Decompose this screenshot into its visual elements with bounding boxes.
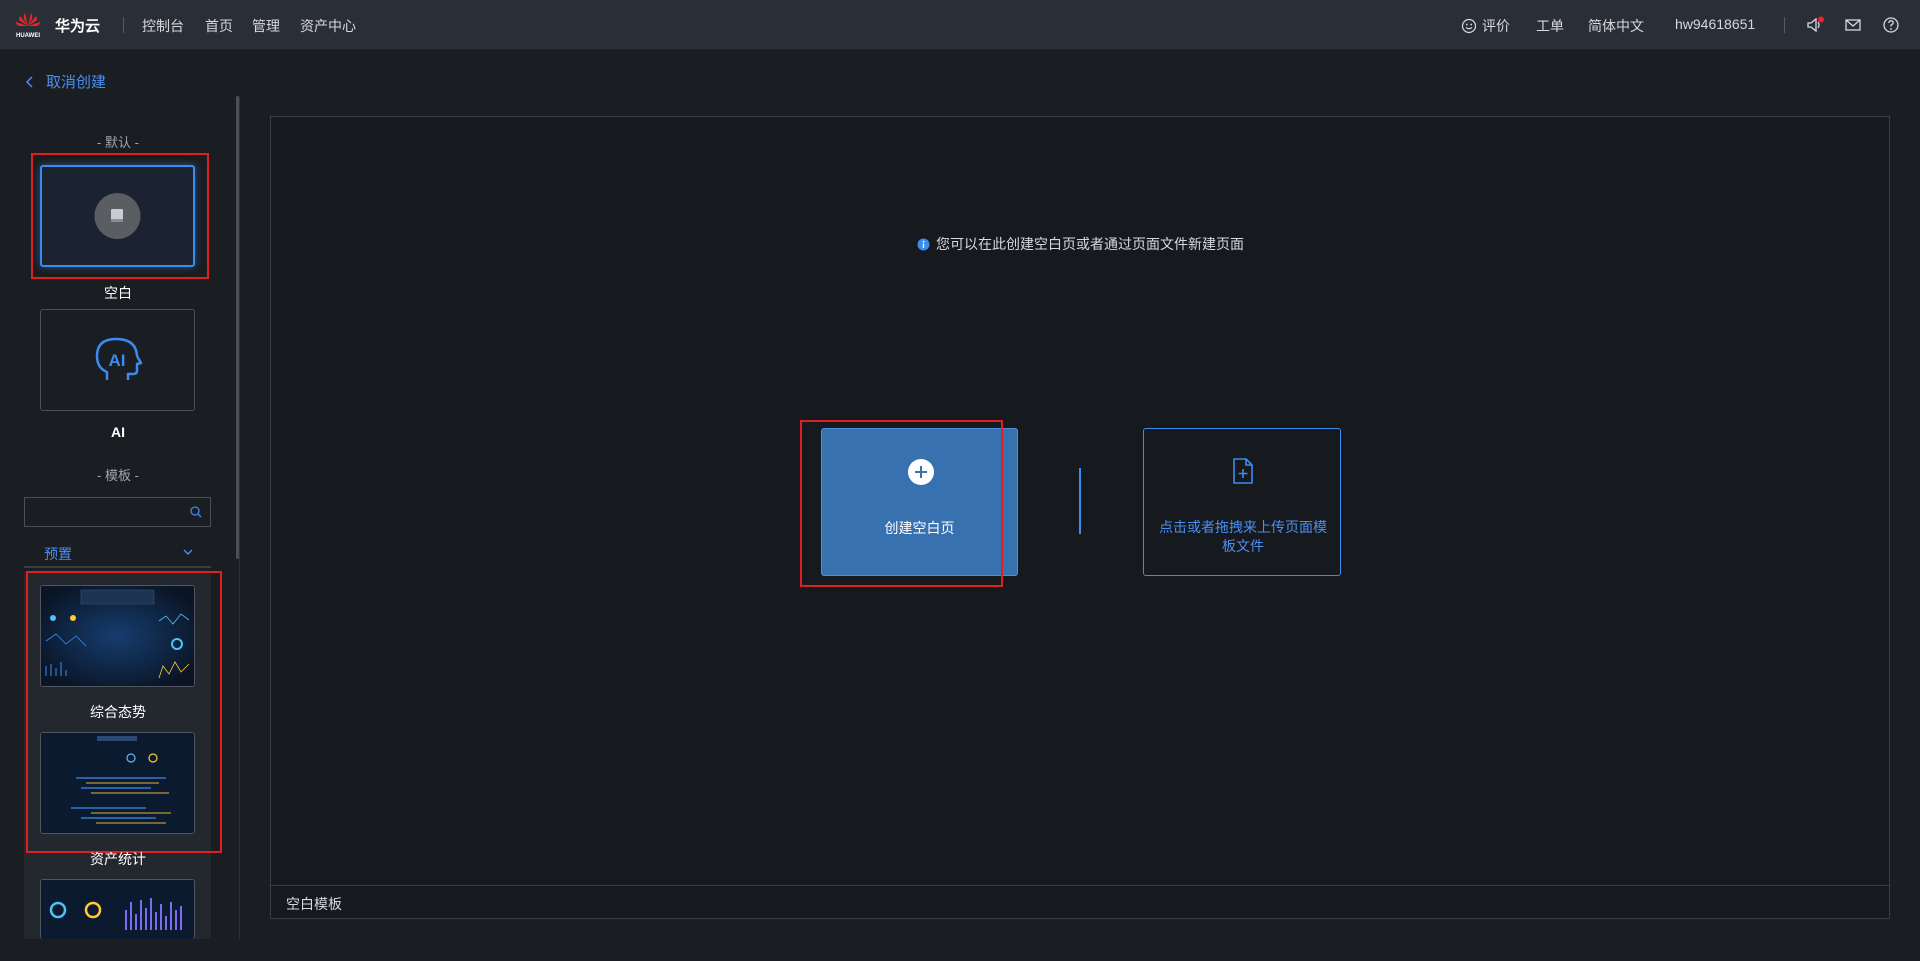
ai-head-icon: AI (95, 337, 143, 380)
plus-circle-icon (908, 459, 934, 485)
create-blank-page-label: 创建空白页 (884, 520, 955, 536)
username-menu[interactable]: hw94618651 (1675, 16, 1755, 32)
main-canvas-panel: 您可以在此创建空白页或者通过页面文件新建页面 创建空白页 点击或者拖拽来上传页面… (270, 116, 1890, 919)
notification-icon[interactable] (1806, 16, 1824, 34)
ai-icon-text: AI (109, 351, 126, 370)
nav-manage[interactable]: 管理 (252, 16, 280, 36)
create-blank-page-button[interactable]: 创建空白页 (821, 428, 1018, 576)
ai-template-card[interactable]: AI (40, 309, 195, 411)
template-name-asset-stats: 资产统计 (90, 851, 146, 867)
template-card-overview[interactable] (40, 585, 195, 687)
category-selected-value: 预置 (44, 546, 72, 562)
nav-console[interactable]: 控制台 (142, 16, 184, 36)
asset-stats-thumbnail (41, 733, 194, 833)
template-card-asset-stats[interactable] (40, 732, 195, 834)
info-icon (917, 238, 930, 250)
header-divider (1784, 17, 1785, 33)
language-selector[interactable]: 简体中文 (1588, 16, 1644, 36)
help-icon[interactable] (1882, 16, 1900, 34)
blank-template-name: 空白 (104, 285, 132, 301)
template-section-label: - 模板 - (97, 468, 139, 483)
nav-asset-center[interactable]: 资产中心 (300, 16, 356, 36)
top-nav-bar: HUAWEI 华为云 控制台 首页 管理 资产中心 评价 工单 简体中文 hw9… (0, 0, 1920, 50)
dashboard-thumbnail (41, 586, 194, 686)
template-name-overview: 综合态势 (90, 704, 146, 720)
nav-divider (123, 17, 124, 33)
rate-label: 评价 (1482, 18, 1510, 34)
sidebar-border (239, 96, 240, 939)
smile-icon (1461, 18, 1477, 34)
button-separator (1079, 468, 1081, 534)
mail-icon[interactable] (1844, 16, 1862, 34)
logo-text: HUAWEI (16, 33, 40, 39)
file-add-icon (1233, 458, 1253, 484)
cancel-create-link[interactable]: 取消创建 (26, 71, 106, 92)
template-card-third[interactable] (40, 879, 195, 939)
default-section-label: - 默认 - (97, 135, 139, 150)
chevron-left-icon (26, 75, 33, 88)
upload-template-label: 点击或者拖拽来上传页面模板文件 (1159, 519, 1327, 554)
footer-template-label: 空白模板 (286, 896, 342, 912)
upload-template-button[interactable]: 点击或者拖拽来上传页面模板文件 (1143, 428, 1341, 576)
blank-template-card[interactable] (40, 165, 195, 267)
ai-template-name: AI (111, 424, 125, 440)
category-dropdown[interactable]: 预置 (24, 538, 211, 568)
search-icon[interactable] (190, 506, 202, 518)
ticket-button[interactable]: 工单 (1536, 16, 1564, 36)
blank-page-icon (94, 193, 141, 239)
huawei-logo[interactable]: HUAWEI (14, 10, 42, 40)
hint-text-row: 您可以在此创建空白页或者通过页面文件新建页面 (917, 234, 1244, 254)
nav-home[interactable]: 首页 (205, 16, 233, 36)
rate-button[interactable]: 评价 (1461, 16, 1510, 36)
hint-text: 您可以在此创建空白页或者通过页面文件新建页面 (936, 236, 1244, 252)
template-footer-bar: 空白模板 (271, 885, 1889, 918)
brand-name[interactable]: 华为云 (55, 15, 100, 36)
template-search-input[interactable] (24, 497, 211, 527)
cancel-create-label: 取消创建 (46, 74, 107, 91)
charts-thumbnail (41, 880, 194, 939)
chevron-down-icon (183, 549, 193, 555)
notification-dot (1818, 16, 1824, 23)
